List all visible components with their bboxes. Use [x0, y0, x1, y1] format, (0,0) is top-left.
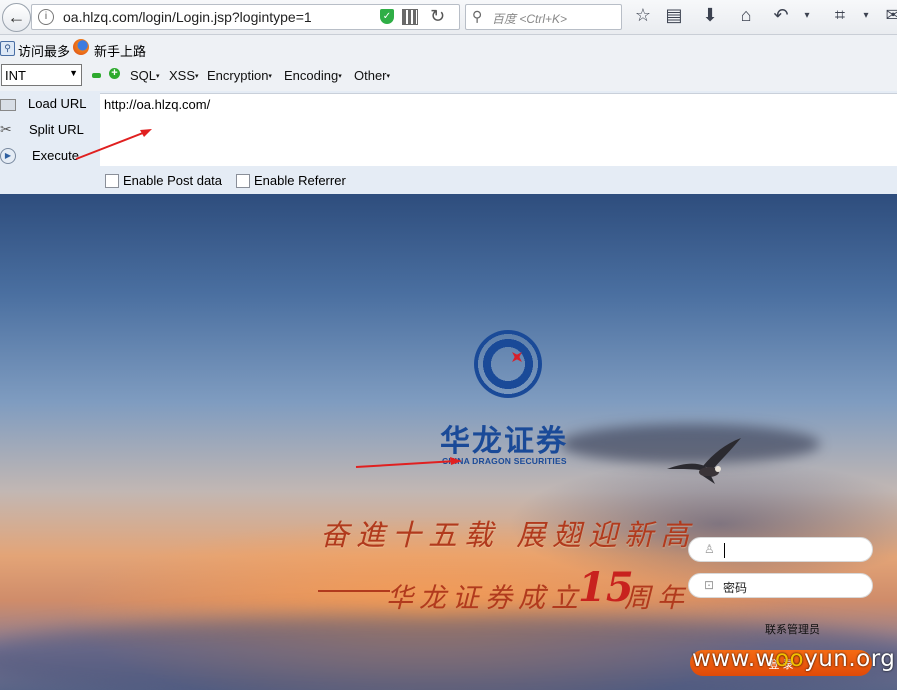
login-page: 华龙证券 CHINA DRAGON SECURITIES 奋進十五载 展翅迎新高…: [0, 194, 897, 690]
undo-icon[interactable]: ↶: [770, 5, 792, 26]
menu-other[interactable]: Other▾: [354, 68, 390, 83]
bookmark-most-visited[interactable]: 访问最多: [18, 41, 70, 60]
menu-encoding[interactable]: Encoding▾: [284, 68, 342, 83]
enable-post-data-checkbox[interactable]: [105, 174, 119, 188]
brand-name-cn: 华龙证券: [440, 424, 568, 459]
browser-navbar: ← i oa.hlzq.com/login/Login.jsp?logintyp…: [0, 0, 897, 35]
execute-button[interactable]: ▶ Execute: [0, 145, 95, 167]
bookmark-folder-icon[interactable]: ⚲: [0, 41, 15, 56]
bookmark-getting-started[interactable]: 新手上路: [94, 41, 146, 60]
address-text[interactable]: oa.hlzq.com/login/Login.jsp?logintype=1: [63, 9, 312, 25]
bookmarks-bar: ⚲ 访问最多 新手上路: [0, 35, 897, 61]
split-url-button[interactable]: ✂ Split URL: [0, 119, 95, 141]
int-select[interactable]: INT ▼: [1, 64, 82, 86]
back-button[interactable]: ←: [2, 3, 31, 32]
menu-sql[interactable]: SQL▾: [130, 68, 160, 83]
reload-icon[interactable]: ↻: [430, 6, 445, 27]
menu-encryption[interactable]: Encryption▾: [207, 68, 272, 83]
text-caret: [724, 543, 725, 558]
home-icon[interactable]: ⌂: [735, 5, 757, 26]
eagle-icon: [667, 438, 741, 484]
brand-name-en: CHINA DRAGON SECURITIES: [442, 456, 567, 466]
menu-xss[interactable]: XSS▾: [169, 68, 199, 83]
chevron-down-icon: ▼: [69, 68, 78, 78]
slogan-line-1: 奋進十五载 展翅迎新高: [320, 518, 697, 552]
slogan-dash: [318, 590, 390, 592]
enable-referrer-label[interactable]: Enable Referrer: [254, 173, 346, 188]
search-icon[interactable]: ⚲: [472, 8, 482, 25]
slogan-line-2: 华龙证券成立: [386, 583, 584, 614]
address-bar[interactable]: i oa.hlzq.com/login/Login.jsp?logintype=…: [31, 4, 460, 30]
username-input[interactable]: ♙: [688, 537, 873, 562]
hackbar-toolbar: INT ▼ + SQL▾ XSS▾ Encryption▾ Encoding▾ …: [0, 61, 897, 91]
contact-admin-link[interactable]: 联系管理员: [765, 621, 820, 637]
password-placeholder: 密码: [723, 581, 748, 595]
info-icon[interactable]: i: [38, 9, 54, 25]
load-url-button[interactable]: Load URL: [0, 93, 95, 115]
enable-referrer-checkbox[interactable]: [236, 174, 250, 188]
int-select-value: INT: [5, 68, 26, 83]
watermark: www.wooyun.org: [692, 646, 896, 672]
star-icon[interactable]: ☆: [632, 5, 654, 26]
reading-list-icon[interactable]: ▤: [663, 5, 685, 26]
hackbar-panel: Load URL ✂ Split URL ▶ Execute http://oa…: [0, 91, 897, 194]
dropdown-icon[interactable]: ▾: [796, 10, 818, 21]
slogan-line-2-tail: 周年: [624, 583, 690, 614]
back-arrow-icon: ←: [7, 7, 26, 27]
shield-icon[interactable]: ✓: [380, 9, 394, 24]
hackbar-url-value[interactable]: http://oa.hlzq.com/: [104, 97, 210, 112]
enable-post-data-label[interactable]: Enable Post data: [123, 173, 222, 188]
firefox-icon[interactable]: [73, 39, 89, 55]
company-logo-icon: [474, 330, 542, 398]
search-placeholder[interactable]: 百度 <Ctrl+K>: [492, 10, 567, 27]
scissors-icon: ✂: [0, 121, 12, 137]
play-icon: ▶: [0, 148, 16, 164]
lock-icon: ⊡: [704, 578, 715, 592]
decrement-icon[interactable]: [92, 73, 101, 78]
download-icon[interactable]: ⬇: [699, 5, 721, 26]
chat-icon[interactable]: ✉: [882, 5, 897, 26]
user-icon: ♙: [704, 542, 715, 556]
increment-icon[interactable]: +: [109, 68, 120, 79]
dropdown-icon[interactable]: ▾: [855, 10, 877, 21]
hackbar-url-textarea[interactable]: http://oa.hlzq.com/: [100, 93, 897, 166]
load-url-icon: [0, 99, 16, 111]
search-bar[interactable]: ⚲ 百度 <Ctrl+K>: [465, 4, 622, 30]
crop-icon[interactable]: ⌗: [829, 5, 851, 26]
qr-code-icon[interactable]: [402, 9, 418, 25]
password-input[interactable]: ⊡ 密码: [688, 573, 873, 598]
